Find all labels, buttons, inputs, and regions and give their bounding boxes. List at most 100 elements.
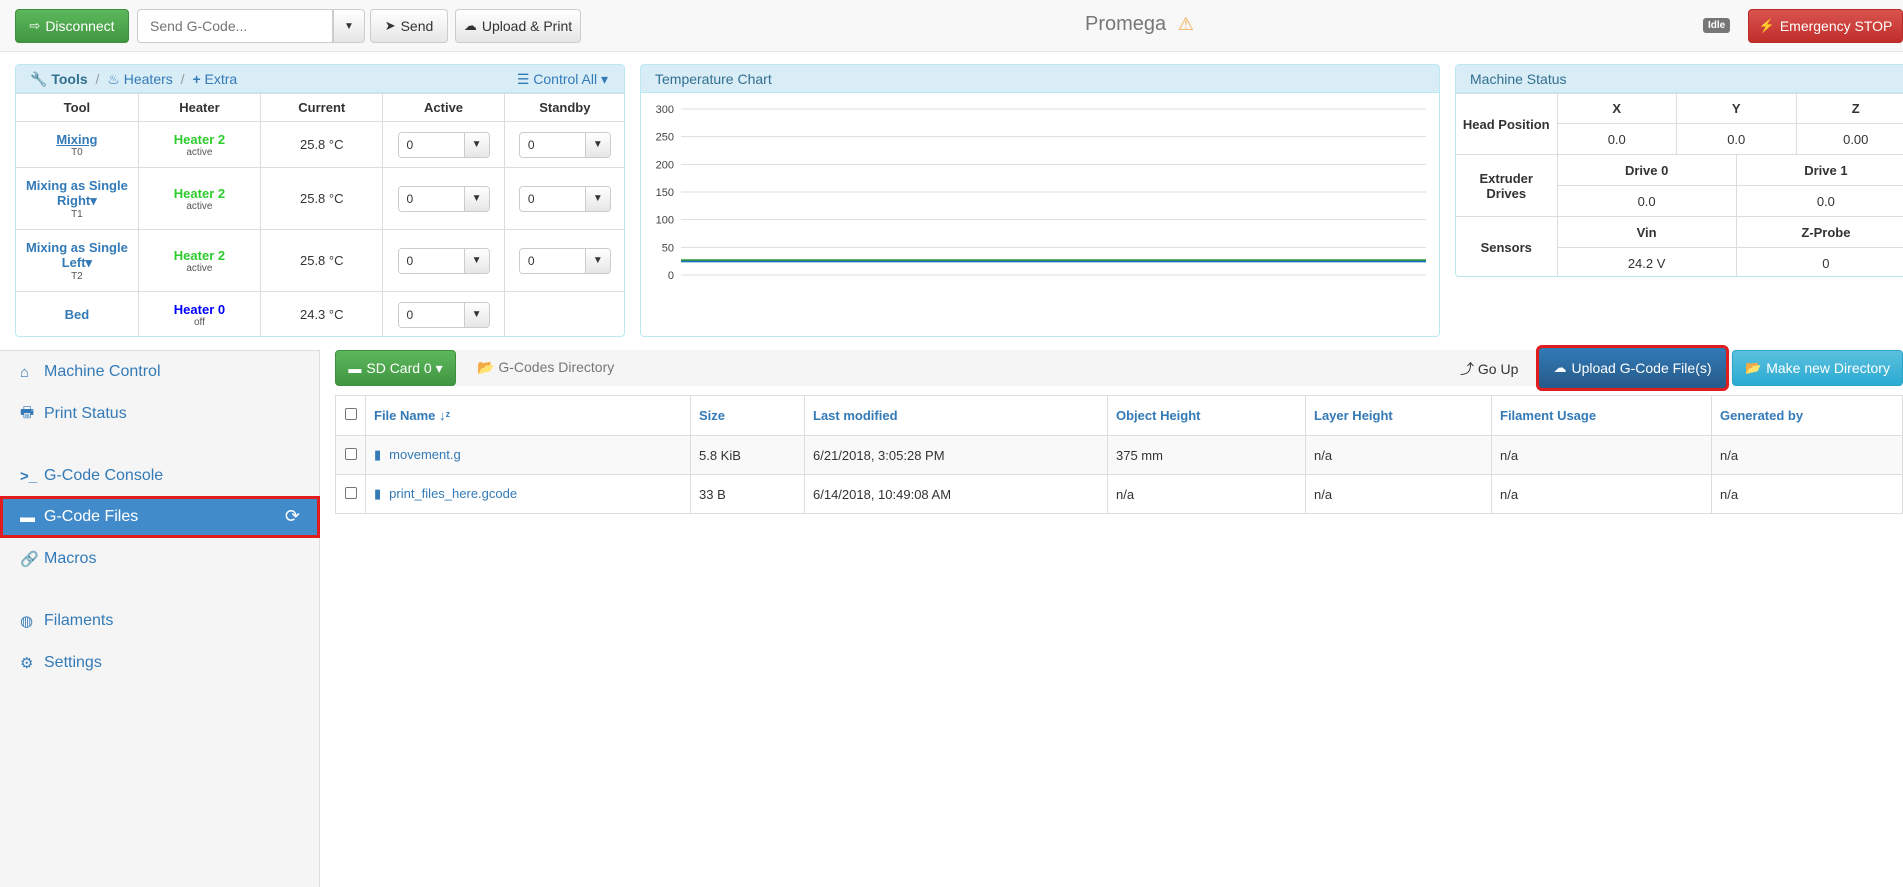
bolt-icon: ⚡	[1758, 18, 1775, 33]
sidebar-item-gcode-files[interactable]: ▬ G-Code Files ⟳	[0, 496, 320, 538]
chevron-down-icon[interactable]: ▼	[585, 186, 610, 211]
chevron-down-icon[interactable]: ▼	[464, 132, 489, 157]
axis-z-value: 0.00	[1795, 123, 1903, 155]
heater-name[interactable]: Heater 0	[139, 302, 260, 317]
disconnect-button[interactable]: ⇨ Disconnect	[15, 9, 129, 43]
standby-temp-value[interactable]: 0	[519, 186, 586, 211]
sidebar-item-print-status[interactable]: 🖶 Print Status	[0, 393, 320, 435]
tool-name[interactable]: Mixing	[16, 132, 138, 147]
chevron-down-icon[interactable]: ▼	[585, 132, 610, 157]
sidebar-item-filaments[interactable]: ◍ Filaments	[0, 600, 320, 642]
sign-out-icon: ⇨	[29, 18, 41, 33]
y-tick-label: 100	[656, 215, 674, 227]
active-temp-input[interactable]: 0 ▼	[397, 185, 490, 212]
tab-tools[interactable]: Tools	[51, 71, 87, 87]
extruder-drives-label: Extruder Drives	[1456, 154, 1558, 217]
file-name-link[interactable]: movement.g	[389, 447, 461, 462]
col-heater: Heater	[137, 93, 262, 122]
chevron-down-icon[interactable]: ▼	[464, 186, 489, 211]
file-layer-height: n/a	[1305, 435, 1492, 475]
active-temp-value[interactable]: 0	[398, 302, 465, 327]
axis-x-label: X	[1556, 93, 1677, 124]
refresh-icon[interactable]: ⟳	[285, 506, 300, 527]
file-size: 33 B	[690, 474, 805, 514]
vin-label: Vin	[1556, 216, 1737, 248]
upload-gcode-files-button[interactable]: ☁ Upload G-Code File(s)	[1536, 345, 1729, 391]
heater-state: active	[186, 262, 213, 274]
go-up-button[interactable]: ⤴ Go Up	[1460, 359, 1518, 379]
y-tick-label: 200	[656, 159, 674, 171]
folder-open-icon: 📂	[1745, 360, 1762, 375]
upload-print-button[interactable]: ☁ Upload & Print	[455, 9, 581, 43]
col-layer-height[interactable]: Layer Height	[1305, 395, 1492, 436]
row-checkbox[interactable]	[344, 447, 357, 460]
sidebar-item-settings[interactable]: ⚙ Settings	[0, 642, 320, 684]
machine-status-panel: Machine Status Head Position X Y Z 0.0 0…	[1455, 64, 1903, 277]
col-standby: Standby	[503, 93, 624, 122]
make-new-directory-button[interactable]: 📂 Make new Directory	[1732, 350, 1903, 386]
table-row[interactable]: ▮ print_files_here.gcode 33 B 6/14/2018, …	[335, 474, 1903, 514]
control-all-dropdown[interactable]: ☰ Control All ▾	[517, 71, 608, 88]
standby-temp-value[interactable]: 0	[519, 132, 586, 157]
row-checkbox[interactable]	[344, 486, 357, 499]
col-generated-by[interactable]: Generated by	[1711, 395, 1903, 436]
chevron-down-icon[interactable]: ▼	[464, 302, 489, 327]
gcode-history-dropdown[interactable]: ▼	[333, 9, 365, 43]
active-temp-input[interactable]: 0 ▼	[397, 247, 490, 274]
y-tick-label: 300	[656, 104, 674, 116]
tab-heaters[interactable]: Heaters	[124, 71, 173, 87]
emergency-stop-button[interactable]: ⚡ Emergency STOP	[1748, 9, 1903, 43]
file-filament-usage: n/a	[1491, 474, 1712, 514]
active-temp-value[interactable]: 0	[398, 132, 465, 157]
table-row[interactable]: ▮ movement.g 5.8 KiB 6/21/2018, 3:05:28 P…	[335, 435, 1903, 475]
current-temp: 25.8 °C	[260, 229, 384, 292]
tools-table: Tool Heater Current Active Standby Mixin…	[16, 93, 624, 336]
tool-name[interactable]: Mixing as Single Left▾	[16, 240, 138, 271]
col-file-name[interactable]: File Name ↓ᶻ	[365, 395, 691, 436]
active-temp-value[interactable]: 0	[398, 186, 465, 211]
active-temp-input[interactable]: 0 ▼	[397, 131, 490, 158]
standby-temp-input[interactable]: 0 ▼	[518, 131, 611, 158]
standby-temp-value[interactable]: 0	[519, 248, 586, 273]
cloud-upload-icon: ☁	[463, 18, 477, 33]
chevron-down-icon[interactable]: ▼	[464, 248, 489, 273]
file-generated-by: n/a	[1711, 474, 1903, 514]
sd-card-dropdown[interactable]: ▬ SD Card 0 ▾	[335, 350, 456, 386]
col-size[interactable]: Size	[690, 395, 805, 436]
hdd-icon: ▬	[20, 508, 35, 526]
col-object-height[interactable]: Object Height	[1107, 395, 1306, 436]
col-last-modified[interactable]: Last modified	[804, 395, 1108, 436]
sidebar-item-macros[interactable]: 🔗 Macros	[0, 538, 320, 580]
sidebar-item-gcode-console[interactable]: >_ G-Code Console	[0, 455, 320, 497]
paper-plane-icon: ➤	[384, 18, 396, 33]
active-temp-value[interactable]: 0	[398, 248, 465, 273]
tab-extra[interactable]: Extra	[205, 71, 238, 87]
tool-name[interactable]: Bed	[16, 307, 138, 322]
file-icon: ▮	[374, 447, 382, 462]
machine-status-table: Head Position X Y Z 0.0 0.0 0.00 Extrude…	[1456, 93, 1903, 276]
file-modified: 6/14/2018, 10:49:08 AM	[804, 474, 1108, 514]
chevron-down-icon[interactable]: ▼	[585, 248, 610, 273]
console-icon: >_	[20, 467, 38, 485]
tool-row: Mixing T0 Heater 2 active 25.8 °C 0 ▼ 0 ▼	[16, 121, 624, 168]
y-tick-label: 250	[656, 132, 674, 144]
active-temp-input[interactable]: 0 ▼	[397, 301, 490, 328]
sidebar-item-machine-control[interactable]: ⌂ Machine Control	[0, 351, 320, 393]
standby-temp-input[interactable]: 0 ▼	[518, 247, 611, 274]
tools-panel-header: 🔧 Tools / ♨ Heaters / + Extra ☰ Control …	[16, 65, 624, 93]
file-name-link[interactable]: print_files_here.gcode	[389, 486, 517, 501]
standby-temp-input[interactable]: 0 ▼	[518, 185, 611, 212]
y-tick-label: 0	[668, 270, 674, 282]
gcode-input[interactable]	[137, 9, 333, 43]
send-button[interactable]: ➤ Send	[370, 9, 448, 43]
heater-name[interactable]: Heater 2	[139, 248, 260, 263]
col-filament-usage[interactable]: Filament Usage	[1491, 395, 1712, 436]
col-current: Current	[260, 93, 384, 122]
tools-panel: 🔧 Tools / ♨ Heaters / + Extra ☰ Control …	[15, 64, 625, 337]
heater-name[interactable]: Heater 2	[139, 186, 260, 201]
tool-name[interactable]: Mixing as Single Right▾	[16, 178, 138, 209]
hdd-icon: ▬	[348, 360, 362, 376]
select-all-checkbox[interactable]	[344, 408, 357, 420]
heater-name[interactable]: Heater 2	[139, 132, 260, 147]
fire-icon: ♨	[107, 71, 120, 87]
